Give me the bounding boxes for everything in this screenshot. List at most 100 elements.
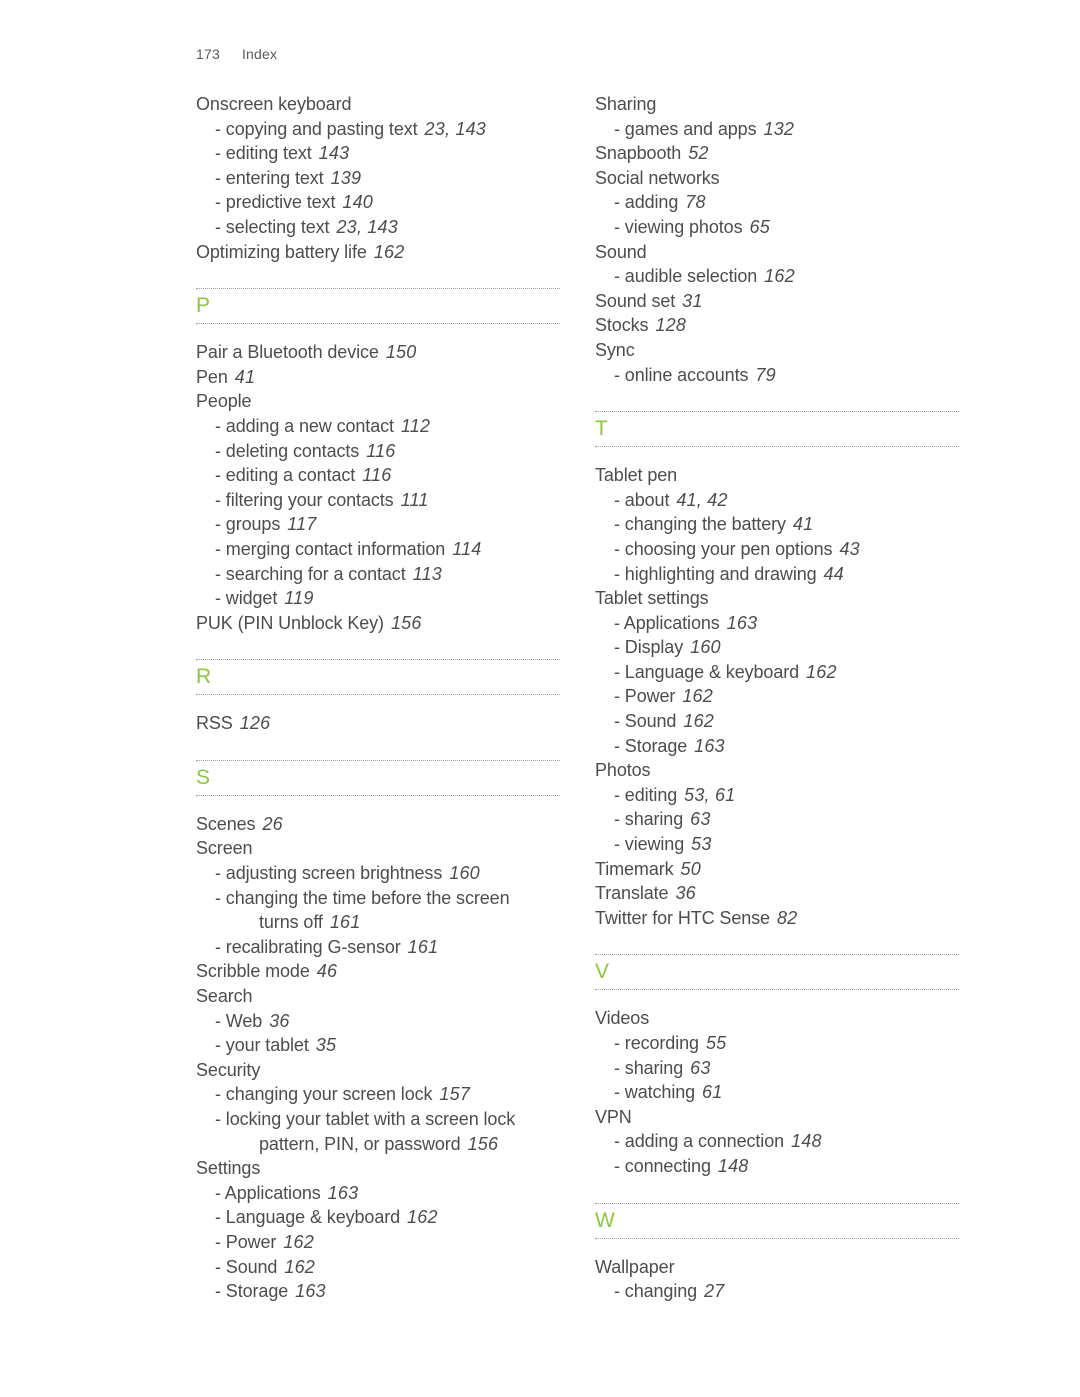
index-entry-sub[interactable]: - sharing 63 — [595, 807, 959, 832]
index-entry-main[interactable]: Translate 36 — [595, 881, 959, 906]
entry-page-number: 116 — [366, 440, 396, 461]
index-entry-sub[interactable]: - changing 27 — [595, 1279, 959, 1304]
index-entry-sub[interactable]: - recording 55 — [595, 1031, 959, 1056]
index-entry-main[interactable]: Sharing — [595, 92, 959, 117]
index-entry-main[interactable]: Social networks — [595, 166, 959, 191]
index-entry-main[interactable]: Security — [196, 1058, 560, 1083]
entry-page-number: 126 — [239, 713, 271, 734]
index-entry-sub[interactable]: - Storage 163 — [595, 734, 959, 759]
left-column: Onscreen keyboard - copying and pasting t… — [196, 92, 560, 1304]
index-entry-main[interactable]: Sound set 31 — [595, 289, 959, 314]
index-entry-main[interactable]: Tablet pen — [595, 463, 959, 488]
index-entry-main[interactable]: Settings — [196, 1156, 560, 1181]
index-entry-sub[interactable]: - Sound 162 — [595, 709, 959, 734]
index-entry-sub[interactable]: - editing text 143 — [196, 141, 560, 166]
index-entry-main[interactable]: Scribble mode 46 — [196, 959, 560, 984]
entry-page-number: 163 — [295, 1281, 326, 1302]
index-entry-sub[interactable]: - Applications 163 — [196, 1181, 560, 1206]
index-entry-sub[interactable]: - online accounts 79 — [595, 363, 959, 388]
index-entry-sub[interactable]: - Storage 163 — [196, 1279, 560, 1304]
entry-label: - merging contact information — [215, 538, 446, 559]
index-entry-main[interactable]: Sync — [595, 338, 959, 363]
entry-label: Tablet settings — [595, 588, 709, 609]
index-entry-sub[interactable]: - choosing your pen options 43 — [595, 537, 959, 562]
index-entry-main[interactable]: Sound — [595, 240, 959, 265]
entry-label: - groups — [215, 514, 281, 535]
entry-page-number: 82 — [776, 907, 798, 928]
index-entry-sub[interactable]: - watching 61 — [595, 1080, 959, 1105]
index-entry-sub[interactable]: - editing 53, 61 — [595, 783, 959, 808]
index-entry-main[interactable]: Snapbooth 52 — [595, 141, 959, 166]
index-entry-main[interactable]: Wallpaper — [595, 1255, 959, 1280]
index-entry-sub[interactable]: - widget 119 — [196, 586, 560, 611]
right-column: Sharing - games and apps 132 Snapbooth 52 Soc… — [595, 92, 959, 1304]
index-entry-sub[interactable]: - changing the time before the screen tur… — [196, 886, 560, 935]
index-entry-sub[interactable]: - filtering your contacts 111 — [196, 488, 560, 513]
index-entry-main[interactable]: Photos — [595, 758, 959, 783]
index-entry-sub[interactable]: - audible selection 162 — [595, 264, 959, 289]
index-entry-sub[interactable]: - merging contact information 114 — [196, 537, 560, 562]
index-entry-sub[interactable]: - searching for a contact 113 — [196, 562, 560, 587]
index-entry-main[interactable]: Screen — [196, 836, 560, 861]
index-entry-sub[interactable]: - about 41, 42 — [595, 488, 959, 513]
index-entry-main[interactable]: VPN — [595, 1105, 959, 1130]
entry-label: Pair a Bluetooth device — [196, 342, 379, 363]
index-entry-sub[interactable]: - adding 78 — [595, 190, 959, 215]
index-entry-sub[interactable]: - Web 36 — [196, 1009, 560, 1034]
index-entry-sub[interactable]: - groups 117 — [196, 512, 560, 537]
index-entry-main[interactable]: Stocks 128 — [595, 313, 959, 338]
index-entry-sub[interactable]: - Power 162 — [595, 684, 959, 709]
entry-label: Wallpaper — [595, 1256, 675, 1277]
entry-label: - entering text — [215, 167, 324, 188]
index-entry-sub[interactable]: - locking your tablet with a screen lock… — [196, 1107, 560, 1156]
section-letter: P — [196, 294, 211, 318]
index-entry-sub[interactable]: - changing the battery 41 — [595, 512, 959, 537]
index-entry-sub[interactable]: - viewing photos 65 — [595, 215, 959, 240]
entry-label: - adding a new contact — [215, 415, 394, 436]
index-entry-sub[interactable]: - Power 162 — [196, 1230, 560, 1255]
entry-page-number: 116 — [362, 465, 392, 486]
index-entry-sub[interactable]: - viewing 53 — [595, 832, 959, 857]
index-entry-sub[interactable]: - copying and pasting text 23, 143 — [196, 117, 560, 142]
index-entry-sub[interactable]: - your tablet 35 — [196, 1033, 560, 1058]
entry-page-number: 156 — [390, 612, 422, 633]
index-entry-main[interactable]: Tablet settings — [595, 586, 959, 611]
index-entry-sub[interactable]: - deleting contacts 116 — [196, 439, 560, 464]
section-rule-bottom — [595, 1237, 959, 1239]
index-entry-main[interactable]: Pair a Bluetooth device 150 — [196, 340, 560, 365]
entry-label: - viewing photos — [614, 216, 743, 237]
index-entry-main[interactable]: Search — [196, 984, 560, 1009]
index-entry-sub[interactable]: - changing your screen lock 157 — [196, 1082, 560, 1107]
entry-page-number: 128 — [655, 315, 687, 336]
entry-page-number: 161 — [407, 936, 439, 957]
index-entry-sub[interactable]: - selecting text 23, 143 — [196, 215, 560, 240]
index-entry-sub[interactable]: - adding a new contact 112 — [196, 414, 560, 439]
index-entry-sub[interactable]: - Display 160 — [595, 635, 959, 660]
index-entry-sub[interactable]: - Language & keyboard 162 — [595, 660, 959, 685]
index-entry-sub[interactable]: - predictive text 140 — [196, 190, 560, 215]
index-entry-main[interactable]: Pen 41 — [196, 365, 560, 390]
index-entry-main[interactable]: Onscreen keyboard — [196, 92, 560, 117]
index-entry-sub[interactable]: - entering text 139 — [196, 166, 560, 191]
index-entry-main[interactable]: Timemark 50 — [595, 857, 959, 882]
index-entry-main[interactable]: Optimizing battery life 162 — [196, 240, 560, 265]
index-entry-sub[interactable]: - recalibrating G-sensor 161 — [196, 935, 560, 960]
index-entry-sub[interactable]: - highlighting and drawing 44 — [595, 562, 959, 587]
index-entry-sub[interactable]: - sharing 63 — [595, 1056, 959, 1081]
index-entry-sub[interactable]: - connecting 148 — [595, 1154, 959, 1179]
index-entry-main[interactable]: RSS 126 — [196, 711, 560, 736]
index-entry-main[interactable]: Scenes 26 — [196, 812, 560, 837]
index-entry-main[interactable]: Videos — [595, 1006, 959, 1031]
entry-page-number: 113 — [412, 563, 442, 584]
index-entry-sub[interactable]: - adding a connection 148 — [595, 1129, 959, 1154]
entry-group: Wallpaper - changing 27 — [595, 1255, 959, 1304]
index-entry-sub[interactable]: - games and apps 132 — [595, 117, 959, 142]
index-entry-sub[interactable]: - Sound 162 — [196, 1255, 560, 1280]
index-entry-sub[interactable]: - Applications 163 — [595, 611, 959, 636]
index-entry-sub[interactable]: - editing a contact 116 — [196, 463, 560, 488]
index-entry-main[interactable]: People — [196, 389, 560, 414]
index-entry-main[interactable]: PUK (PIN Unblock Key) 156 — [196, 611, 560, 636]
index-entry-sub[interactable]: - Language & keyboard 162 — [196, 1205, 560, 1230]
index-entry-sub[interactable]: - adjusting screen brightness 160 — [196, 861, 560, 886]
index-entry-main[interactable]: Twitter for HTC Sense 82 — [595, 906, 959, 931]
